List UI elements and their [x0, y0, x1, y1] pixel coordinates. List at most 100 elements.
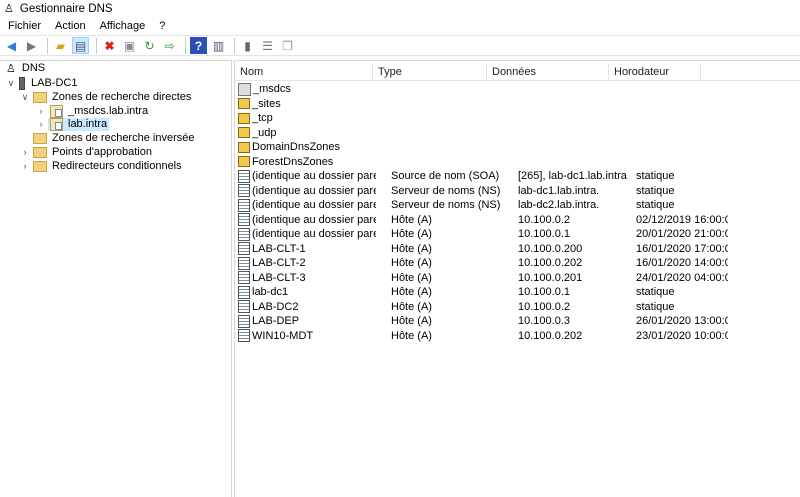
- back-icon[interactable]: ◀: [3, 37, 20, 54]
- copy-icon[interactable]: ❐: [279, 37, 296, 54]
- cell-type: Source de nom (SOA): [391, 170, 500, 182]
- tree-item-conditional-forwarders[interactable]: › Redirecteurs conditionnels: [20, 159, 182, 173]
- cell-timestamp: 02/12/2019 16:00:00: [636, 213, 728, 226]
- refresh-icon[interactable]: ↻: [141, 37, 158, 54]
- menu-action[interactable]: Action: [51, 20, 90, 32]
- record-list-icon[interactable]: ☰: [259, 37, 276, 54]
- help-icon[interactable]: ?: [190, 37, 207, 54]
- dns-icon: ♙: [6, 62, 16, 75]
- tree-label: DNS: [21, 62, 46, 74]
- cell-timestamp: 24/01/2020 04:00:00: [636, 271, 728, 284]
- tree-label: Redirecteurs conditionnels: [52, 160, 182, 172]
- cell-type: Hôte (A): [391, 242, 432, 255]
- delete-icon[interactable]: ✖: [101, 37, 118, 54]
- chevron-down-icon[interactable]: ∨: [6, 78, 16, 89]
- cell-data: 10.100.0.201: [518, 271, 583, 284]
- cell-data: 10.100.0.200: [518, 242, 583, 255]
- list-item[interactable]: DomainDnsZones: [238, 140, 728, 154]
- chevron-right-icon[interactable]: ›: [20, 161, 30, 171]
- chevron-right-icon[interactable]: ›: [20, 147, 30, 157]
- menu-affichage[interactable]: Affichage: [96, 20, 150, 32]
- list-item[interactable]: ForestDnsZones: [238, 155, 728, 169]
- zone-icon: [50, 104, 63, 118]
- cell-name: LAB-DEP: [252, 315, 300, 327]
- cell-type: Hôte (A): [391, 286, 432, 298]
- chevron-right-icon[interactable]: ›: [36, 119, 46, 129]
- list-item[interactable]: _tcp: [238, 111, 728, 125]
- menu-fichier[interactable]: Fichier: [4, 20, 45, 32]
- cell-data: 10.100.0.3: [518, 315, 570, 327]
- record-icon: [238, 242, 250, 255]
- export-icon[interactable]: ⇨: [161, 37, 178, 54]
- properties-icon[interactable]: ▣: [121, 37, 138, 54]
- list-item[interactable]: _sites: [238, 97, 728, 111]
- column-header-data[interactable]: Données: [487, 63, 609, 81]
- folder-icon: [33, 91, 47, 103]
- title-bar: ♙ Gestionnaire DNS: [0, 0, 800, 17]
- record-icon: [238, 227, 250, 241]
- show-hide-tree-icon[interactable]: ▤: [72, 37, 89, 54]
- tree-item-reverse-zones[interactable]: Zones de recherche inversée: [33, 131, 194, 145]
- tree-item-dns[interactable]: ♙ DNS: [6, 61, 45, 75]
- cell-name: LAB-DC2: [252, 300, 299, 313]
- up-folder-icon[interactable]: ▰: [52, 37, 69, 54]
- record-icon: [238, 184, 250, 197]
- chevron-right-icon[interactable]: ›: [36, 106, 46, 116]
- record-icon: [238, 256, 250, 270]
- dns-app-icon: ♙: [4, 3, 14, 15]
- cell-name: (identique au dossier parent): [252, 170, 376, 182]
- cell-name: WIN10-MDT: [252, 329, 314, 342]
- chevron-down-icon[interactable]: ∨: [20, 92, 30, 103]
- list-item[interactable]: WIN10-MDT Hôte (A) 10.100.0.202 23/01/2020 …: [238, 329, 728, 343]
- forward-icon[interactable]: ▶: [23, 37, 40, 54]
- cell-data: lab-dc1.lab.intra.: [518, 184, 600, 197]
- list-item[interactable]: _msdcs: [238, 82, 729, 96]
- column-header-name[interactable]: Nom: [235, 63, 373, 81]
- cell-timestamp: 23/01/2020 10:00:00: [636, 329, 728, 342]
- tree-item-trust-points[interactable]: › Points d'approbation: [20, 145, 152, 159]
- list-item[interactable]: LAB-DEP Hôte (A) 10.100.0.3 26/01/2020 13:0…: [238, 314, 728, 328]
- toolbar: ◀ ▶ ▰ ▤ ✖ ▣ ↻ ⇨ ? ▥ ▮ ☰ ❐: [0, 35, 800, 56]
- list-item[interactable]: LAB-CLT-3 Hôte (A) 10.100.0.201 24/01/2020 …: [238, 271, 728, 285]
- cell-type: Hôte (A): [391, 300, 432, 313]
- record-icon: [238, 314, 250, 328]
- menu-bar: Fichier Action Affichage ?: [0, 17, 800, 34]
- list-item[interactable]: (identique au dossier parent) Serveur de …: [238, 184, 728, 198]
- cell-data: lab-dc2.lab.intra.: [518, 199, 600, 211]
- list-item[interactable]: (identique au dossier parent) Source de n…: [238, 169, 728, 183]
- tree-label: Zones de recherche directes: [52, 91, 192, 103]
- folder-icon: [33, 146, 47, 158]
- folder-icon: [238, 112, 250, 124]
- list-item[interactable]: LAB-DC2 Hôte (A) 10.100.0.2 statique: [238, 300, 728, 314]
- cell-name: (identique au dossier parent): [252, 199, 376, 211]
- tree-label: lab.intra: [68, 118, 108, 130]
- list-item[interactable]: _udp: [238, 126, 728, 140]
- tree-label: _msdcs.lab.intra: [68, 105, 149, 117]
- cell-timestamp: statique: [636, 300, 675, 313]
- cell-timestamp: 26/01/2020 13:00:00: [636, 315, 728, 327]
- cell-timestamp: statique: [636, 184, 675, 197]
- cell-name: lab-dc1: [252, 286, 289, 298]
- column-header-type[interactable]: Type: [373, 63, 487, 81]
- list-item[interactable]: (identique au dossier parent) Serveur de …: [238, 198, 728, 212]
- tree-item-forward-zones[interactable]: ∨ Zones de recherche directes: [20, 90, 192, 104]
- cell-type: Serveur de noms (NS): [391, 199, 501, 211]
- tree-item-msdcs-zone[interactable]: › _msdcs.lab.intra: [36, 104, 148, 118]
- tree-label: Points d'approbation: [52, 146, 152, 158]
- list-item[interactable]: LAB-CLT-1 Hôte (A) 10.100.0.200 16/01/2020 …: [238, 242, 728, 256]
- list-item[interactable]: lab-dc1 Hôte (A) 10.100.0.1 statique: [238, 285, 728, 299]
- list-item[interactable]: (identique au dossier parent) Hôte (A) 10.…: [238, 213, 728, 227]
- cell-type: Hôte (A): [391, 228, 432, 240]
- tree-item-lab-intra[interactable]: › lab.intra: [36, 117, 110, 131]
- tree-item-lab-dc1[interactable]: ∨ LAB-DC1: [6, 76, 77, 90]
- server-icon[interactable]: ▮: [239, 37, 256, 54]
- record-icon: [238, 213, 250, 226]
- record-icon: [238, 271, 250, 284]
- list-item[interactable]: (identique au dossier parent) Hôte (A) 10.…: [238, 227, 728, 241]
- list-item[interactable]: LAB-CLT-2 Hôte (A) 10.100.0.202 16/01/2020 …: [238, 256, 728, 270]
- action-pane-icon[interactable]: ▥: [210, 37, 227, 54]
- tree-label: Zones de recherche inversée: [52, 132, 195, 144]
- records-list: Nom Type Données Horodateur _msdcs _sites…: [234, 60, 800, 497]
- column-header-timestamp[interactable]: Horodateur: [609, 63, 701, 81]
- menu-help[interactable]: ?: [155, 20, 169, 32]
